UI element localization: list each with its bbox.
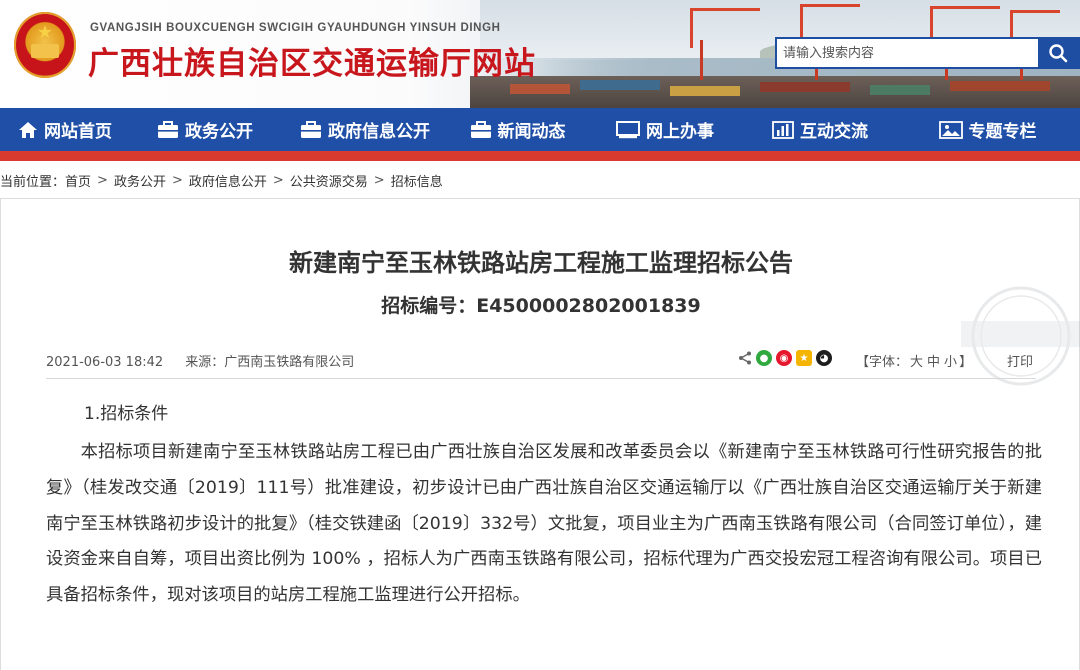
home-icon	[18, 121, 38, 139]
site-pinyin-title: GVANGJSIH BOUXCUENGH SWCIGIH GYAUHDUNGH …	[90, 22, 501, 34]
qzone-icon[interactable]: ★	[796, 350, 812, 366]
font-size-control: 【字体：大中小】	[856, 355, 973, 370]
nav-item-label: 新闻动态	[497, 122, 566, 142]
nav-item-label: 网上办事	[646, 122, 714, 142]
breadcrumb: 当前位置： 首页 > 政务公开 > 政府信息公开 > 公共资源交易 > 招标信息	[0, 170, 443, 190]
search-button[interactable]	[1038, 39, 1078, 67]
article-source: 来源：广西南玉铁路有限公司	[185, 355, 355, 370]
font-size-large[interactable]: 大	[910, 355, 923, 370]
nav-accent-stripe	[0, 151, 1080, 161]
nav-item-online-services[interactable]: 网上办事	[585, 108, 745, 151]
article-paragraph: 本招标项目新建南宁至玉林铁路站房工程已由广西壮族自治区发展和改革委员会以《新建南…	[46, 442, 1042, 606]
breadcrumb-link-government-affairs[interactable]: 政务公开	[114, 171, 166, 190]
nav-item-label: 政务公开	[185, 122, 253, 142]
font-size-small[interactable]: 小	[944, 355, 957, 370]
publish-date: 2021-06-03 18:42	[46, 355, 164, 370]
divider	[46, 378, 1036, 379]
nav-item-government-affairs[interactable]: 政务公开	[130, 108, 280, 151]
qq-icon[interactable]: ◕	[816, 350, 832, 366]
monitor-icon	[616, 120, 640, 139]
breadcrumb-link-tender-info[interactable]: 招标信息	[391, 171, 443, 190]
port-banner-image	[470, 76, 1080, 108]
breadcrumb-separator: >	[171, 172, 183, 188]
bar-chart-icon	[772, 120, 794, 139]
nav-item-special-topics[interactable]: 专题专栏	[895, 108, 1080, 151]
nav-item-label: 政府信息公开	[328, 122, 430, 142]
breadcrumb-separator: >	[97, 172, 108, 188]
tender-code: 招标编号：E4500002802001839	[381, 295, 701, 317]
wechat-icon[interactable]: ●	[756, 350, 772, 366]
national-emblem-logo: ★	[14, 12, 76, 78]
print-button[interactable]: 打印	[1007, 351, 1033, 370]
briefcase-icon	[470, 120, 492, 139]
section-heading: 1.招标条件	[84, 404, 169, 424]
site-header: ★ GVANGJSIH BOUXCUENGH SWCIGIH GYAUHDUNG…	[0, 0, 1080, 108]
article-panel: 新建南宁至玉林铁路站房工程施工监理招标公告 招标编号：E450000280200…	[0, 198, 1080, 670]
breadcrumb-separator: >	[373, 172, 385, 188]
font-size-medium[interactable]: 中	[927, 355, 940, 370]
nav-item-interaction[interactable]: 互动交流	[745, 108, 895, 151]
nav-item-home[interactable]: 网站首页	[0, 108, 130, 151]
nav-item-label: 网站首页	[44, 122, 112, 142]
search-icon	[1049, 44, 1068, 63]
breadcrumb-prefix: 当前位置：	[0, 174, 66, 190]
article-title: 新建南宁至玉林铁路站房工程施工监理招标公告	[289, 249, 793, 277]
nav-item-gov-info-disclosure[interactable]: 政府信息公开	[280, 108, 450, 151]
breadcrumb-link-home[interactable]: 首页	[65, 171, 91, 190]
briefcase-icon	[157, 120, 179, 139]
site-title: 广西壮族自治区交通运输厅网站	[88, 46, 536, 82]
article-meta: 2021-06-03 18:42 来源：广西南玉铁路有限公司	[46, 351, 354, 370]
share-icon[interactable]	[738, 351, 752, 365]
watermark-seal-icon	[961, 286, 1080, 386]
main-nav: 网站首页 政务公开 政府信息公开 新闻动态 网上办事 互动交流 专题专栏	[0, 108, 1080, 151]
nav-item-news[interactable]: 新闻动态	[450, 108, 585, 151]
briefcase-icon	[300, 120, 322, 139]
breadcrumb-link-public-resources[interactable]: 公共资源交易	[290, 171, 368, 190]
nav-item-label: 专题专栏	[968, 122, 1037, 142]
weibo-icon[interactable]: ◉	[776, 350, 792, 366]
breadcrumb-link-gov-info[interactable]: 政府信息公开	[189, 171, 267, 190]
breadcrumb-separator: >	[272, 172, 284, 188]
share-bar: ● ◉ ★ ◕	[738, 350, 832, 366]
nav-item-label: 互动交流	[800, 122, 868, 142]
search-bar	[775, 37, 1080, 69]
search-input[interactable]	[777, 39, 1040, 67]
image-icon	[938, 120, 963, 139]
